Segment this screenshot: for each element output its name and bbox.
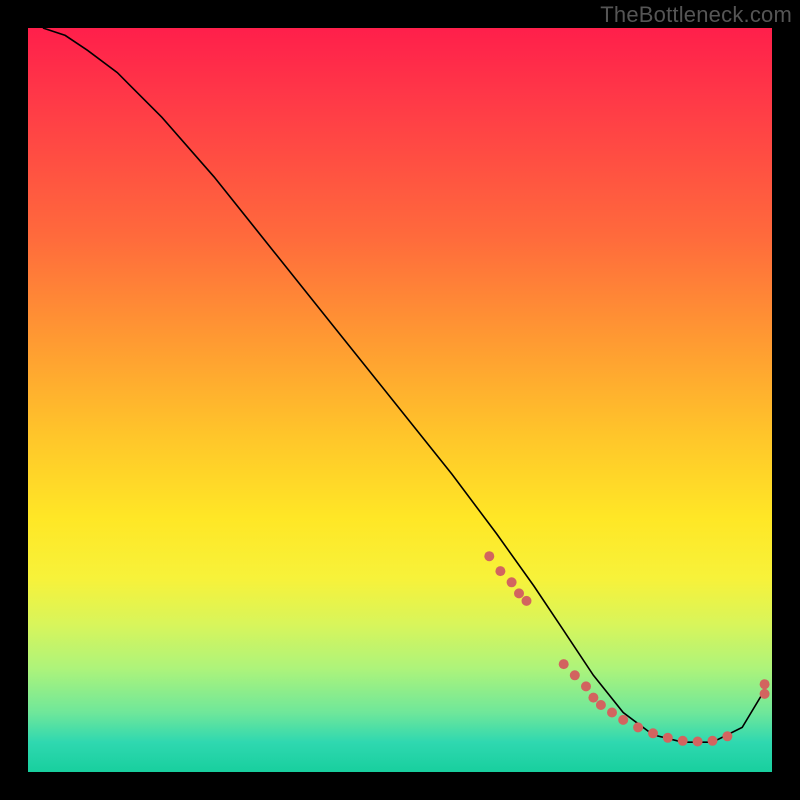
watermark-text: TheBottleneck.com <box>600 2 792 28</box>
plot-gradient-background <box>28 28 772 772</box>
chart-frame: TheBottleneck.com <box>0 0 800 800</box>
